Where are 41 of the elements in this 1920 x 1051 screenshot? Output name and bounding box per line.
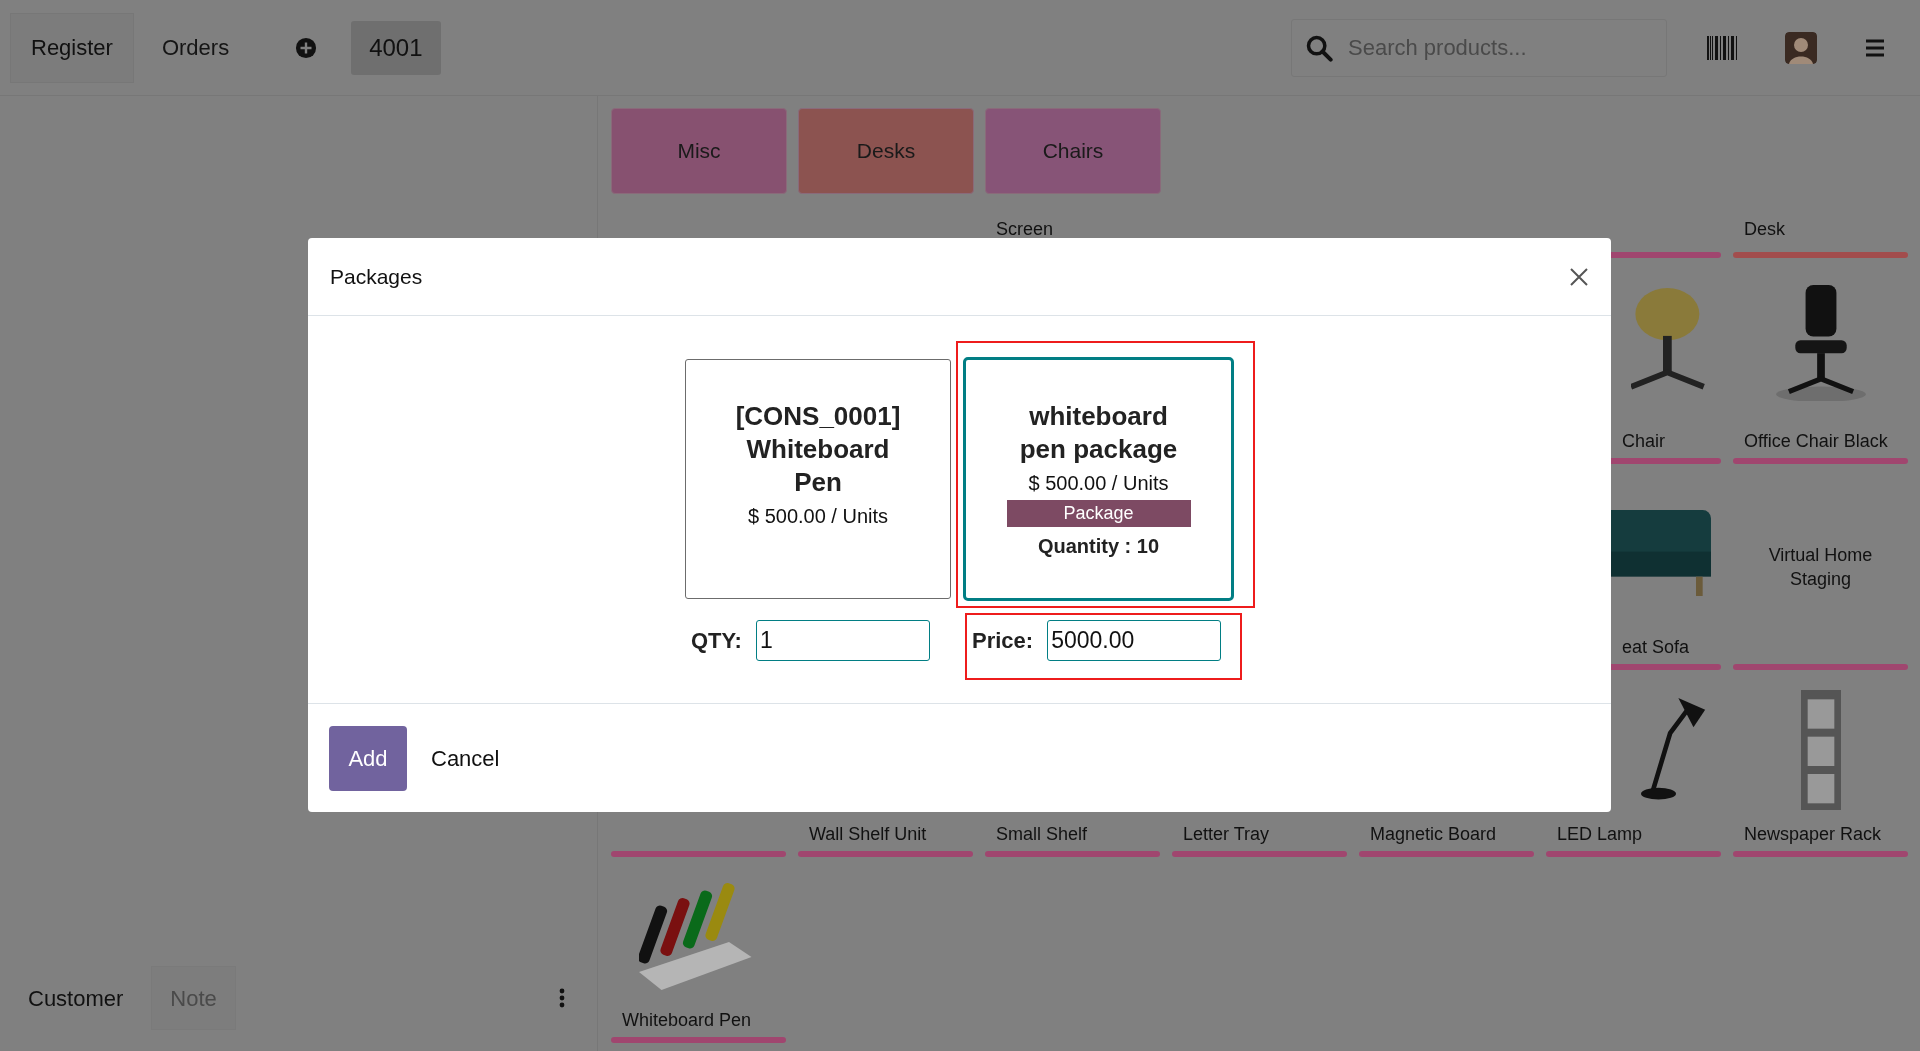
avatar-icon[interactable] (1785, 31, 1817, 64)
category-button[interactable]: Misc (611, 108, 787, 194)
product-name: Desk (1743, 218, 1786, 240)
package-quantity: Quantity : 10 (1037, 534, 1160, 559)
package-card[interactable]: whiteboard pen package $ 500.00 / Units Package Quantity : 10 (963, 357, 1234, 601)
field-label: Price: (972, 627, 1034, 655)
product-name: Magnetic Board (1369, 823, 1498, 846)
product-name: Virtual Home Staging (1767, 544, 1874, 591)
package-price: $ 500.00 / Units (1028, 471, 1169, 496)
product-name: Office Chair Black (1743, 430, 1889, 453)
customer-button[interactable]: Customer (16, 966, 136, 1030)
barcode-icon[interactable] (1707, 35, 1739, 60)
cancel-button[interactable]: Cancel (431, 725, 500, 791)
category-button[interactable]: Chairs (985, 108, 1161, 194)
product-name: Screen (995, 218, 1055, 240)
dialog-title: Packages (330, 263, 423, 290)
add-button[interactable]: Add (329, 725, 407, 791)
package-badge: Package (1006, 500, 1191, 527)
input-field[interactable]: 1 (755, 620, 930, 661)
category-button[interactable]: Desks (798, 108, 974, 194)
field-label: QTY: (691, 627, 742, 655)
package-name: [CONS_0001] Whiteboard Pen (734, 400, 902, 499)
nav-tab[interactable]: Orders (133, 12, 258, 83)
package-price: $ 500.00 / Units (747, 504, 889, 529)
product-name: Newspaper Rack (1743, 823, 1883, 846)
nav-tab[interactable]: Register (10, 12, 134, 83)
input-field[interactable]: 5000.00 (1047, 620, 1222, 661)
more-options-icon[interactable] (559, 988, 565, 1008)
product-name: eat Sofa (1621, 636, 1691, 659)
add-order-icon[interactable] (295, 36, 318, 59)
search-icon (1305, 33, 1333, 62)
product-name: LED Lamp (1556, 823, 1644, 846)
package-name: whiteboard pen package (1018, 400, 1179, 466)
package-card[interactable]: [CONS_0001] Whiteboard Pen $ 500.00 / Units (685, 359, 951, 599)
product-name: Small Shelf (995, 823, 1089, 846)
order-tab[interactable]: 4001 (351, 20, 441, 75)
product-name: Chair (1621, 430, 1666, 453)
close-icon[interactable] (1569, 266, 1589, 287)
product-name: Letter Tray (1182, 823, 1271, 846)
product-name: Whiteboard Pen (621, 1009, 753, 1032)
product-name: Wall Shelf Unit (808, 823, 928, 846)
